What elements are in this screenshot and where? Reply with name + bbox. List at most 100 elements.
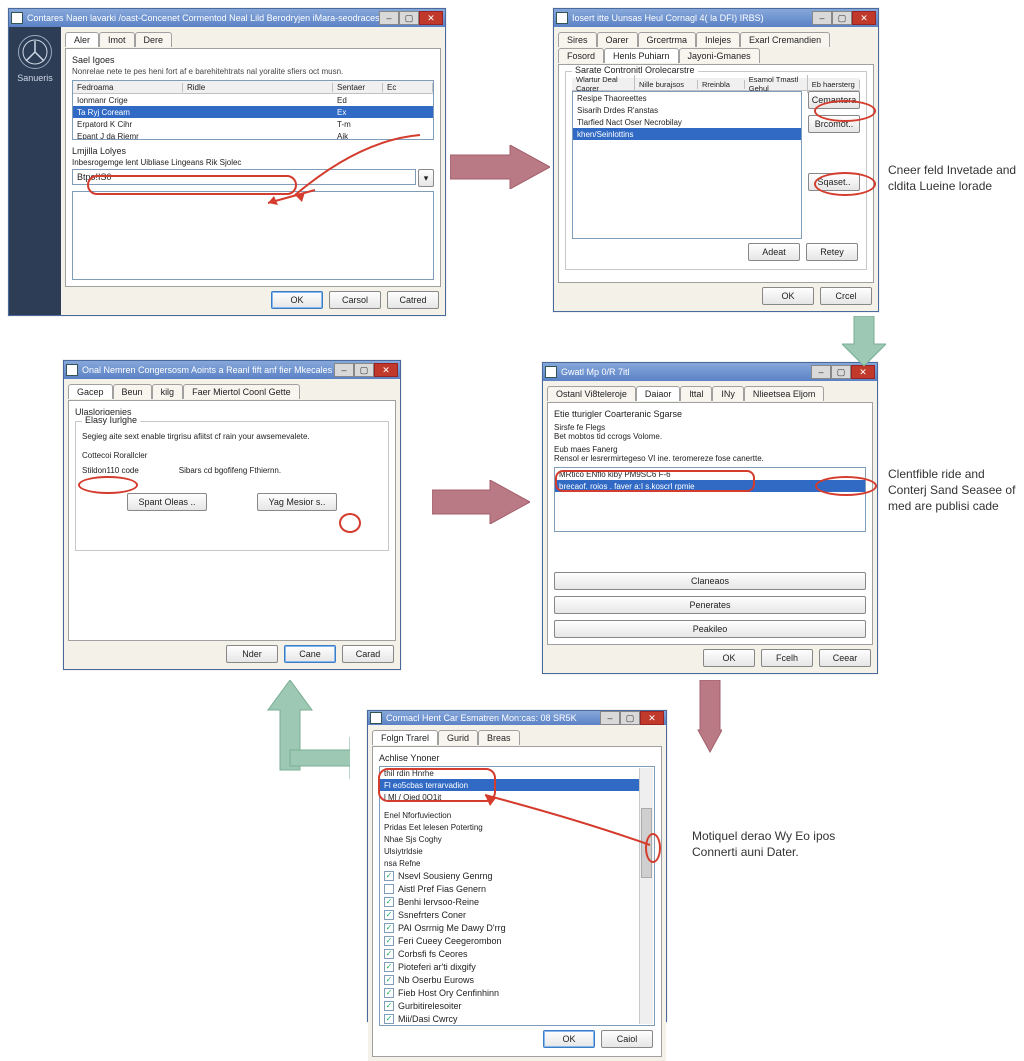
close-button[interactable]: ✕: [374, 363, 398, 377]
tab-imot[interactable]: Imot: [99, 32, 135, 47]
maximize-button[interactable]: ▢: [354, 363, 374, 377]
tab[interactable]: Gurid: [438, 730, 478, 745]
group-label: Elasy Iurlghe: [82, 415, 140, 425]
table-row-selected[interactable]: Ta Ryj CoreamEx: [73, 106, 433, 118]
cancel-button[interactable]: Ceear: [819, 649, 871, 667]
ok-button[interactable]: OK: [762, 287, 814, 305]
b2-button[interactable]: Fcelh: [761, 649, 813, 667]
ok-button[interactable]: OK: [543, 1030, 595, 1048]
ok-button[interactable]: OK: [271, 291, 323, 309]
section-heading: Etie tturigler Coarteranic Sgarse: [554, 409, 866, 419]
side-button-2[interactable]: Brcomot..: [808, 115, 860, 133]
side-button-3[interactable]: Peakileo: [554, 620, 866, 638]
side-button-1[interactable]: Claneaos: [554, 572, 866, 590]
app-icon: [556, 12, 568, 24]
cancel-button[interactable]: Crcel: [820, 287, 872, 305]
description-textarea[interactable]: [72, 191, 434, 280]
tab[interactable]: Fosord: [558, 48, 604, 63]
checkbox-icon[interactable]: ✓: [384, 975, 394, 985]
window-title: Cormacl Hent Car Esmatren Mon:cas: 08 SR…: [386, 713, 600, 723]
list-item-selected[interactable]: Fl eo5cbas terrarvadion: [380, 779, 639, 791]
minimize-button[interactable]: –: [334, 363, 354, 377]
tab[interactable]: Gacep: [68, 384, 113, 399]
checkbox-icon[interactable]: ✓: [384, 897, 394, 907]
window-title: Contares Naen lavarki /oast-Concenet Cor…: [27, 13, 379, 23]
side-button-3[interactable]: Sqaset..: [808, 173, 860, 191]
tab[interactable]: Sires: [558, 32, 597, 47]
list-box[interactable]: Fedroama Ridle Sentaer Ec Ionmanr CrigeE…: [72, 80, 434, 140]
list-item-selected[interactable]: brecaof. roios . faver a:I s.koscrl rpmi…: [555, 480, 865, 492]
back-button[interactable]: Nder: [226, 645, 278, 663]
minimize-button[interactable]: –: [812, 11, 832, 25]
close-button[interactable]: ✕: [419, 11, 443, 25]
check-item: ✓Corbsfi fs Ceores: [380, 947, 639, 960]
checkbox-icon[interactable]: ✓: [384, 949, 394, 959]
minimize-button[interactable]: –: [811, 365, 831, 379]
cancel-button[interactable]: Carad: [342, 645, 394, 663]
check-item: ✓Fieb Host Ory Cenfinhinn: [380, 986, 639, 999]
maximize-button[interactable]: ▢: [399, 11, 419, 25]
apply-button[interactable]: Catred: [387, 291, 439, 309]
scrollbar[interactable]: [639, 768, 653, 1024]
list-item: Resipe Thaoreettes: [573, 92, 801, 104]
tab-dere[interactable]: Dere: [135, 32, 173, 47]
close-button[interactable]: ✕: [852, 11, 876, 25]
tab[interactable]: Faer Miertol Coonl Gette: [183, 384, 300, 399]
ok-button[interactable]: OK: [703, 649, 755, 667]
check-item: Aistl Pref Fias Genern: [380, 882, 639, 895]
tab[interactable]: Oarer: [597, 32, 638, 47]
titlebar: Onal Nemren Congersosm Aoints a Reanl fi…: [64, 361, 400, 379]
check-item: ✓Gurbitirelesoiter: [380, 999, 639, 1012]
tab[interactable]: Folgn Trarel: [372, 730, 438, 745]
tab[interactable]: Exarl Cremandien: [740, 32, 830, 47]
tab-active[interactable]: Henls Puhiarn: [604, 48, 679, 63]
code-input[interactable]: Btpo!IS0: [72, 169, 416, 185]
tab[interactable]: lttal: [680, 386, 712, 401]
maximize-button[interactable]: ▢: [620, 711, 640, 725]
cancel-button[interactable]: Caiol: [601, 1030, 653, 1048]
tab[interactable]: Beun: [113, 384, 152, 399]
tab[interactable]: INy: [712, 386, 744, 401]
checkbox-icon[interactable]: ✓: [384, 962, 394, 972]
maximize-button[interactable]: ▢: [832, 11, 852, 25]
brand-logo-icon: [18, 35, 52, 69]
check-item: ✓Pioteferi ar'ti dixgify: [380, 960, 639, 973]
close-button[interactable]: ✕: [640, 711, 664, 725]
checkbox-icon[interactable]: ✓: [384, 1001, 394, 1011]
tab[interactable]: Ostanl Vi8teleroje: [547, 386, 636, 401]
titlebar: Cormacl Hent Car Esmatren Mon:cas: 08 SR…: [368, 711, 666, 725]
next-button[interactable]: Cane: [284, 645, 336, 663]
checkbox-icon[interactable]: ✓: [384, 988, 394, 998]
close-button[interactable]: ✕: [851, 365, 875, 379]
checkbox-icon[interactable]: ✓: [384, 936, 394, 946]
minimize-button[interactable]: –: [600, 711, 620, 725]
tab[interactable]: Inlejes: [696, 32, 740, 47]
tab[interactable]: kilg: [152, 384, 184, 399]
side-button-1[interactable]: Cemantera: [808, 91, 860, 109]
minimize-button[interactable]: –: [379, 11, 399, 25]
action-button-1[interactable]: Spant Oleas ..: [127, 493, 207, 511]
checkbox-icon[interactable]: [384, 884, 394, 894]
tab[interactable]: Nlieetsea Eljom: [744, 386, 825, 401]
cancel-button[interactable]: Carsol: [329, 291, 381, 309]
checkbox-icon[interactable]: ✓: [384, 910, 394, 920]
tab[interactable]: Daiaor: [636, 386, 681, 401]
add-button[interactable]: Adeat: [748, 243, 800, 261]
dropdown-button[interactable]: ▾: [418, 169, 434, 187]
tab[interactable]: Grcertrma: [638, 32, 697, 47]
maximize-button[interactable]: ▢: [831, 365, 851, 379]
list-item: l Ml / Oied 0O1it: [380, 791, 639, 803]
checkbox-icon[interactable]: ✓: [384, 871, 394, 881]
subgroup-label: Cottecoi Rorallcler: [82, 451, 382, 460]
tab[interactable]: Jayoni-Gmanes: [679, 48, 760, 63]
list-item-selected[interactable]: khen/Seinlottins: [573, 128, 801, 140]
scroll-thumb[interactable]: [641, 808, 652, 878]
flow-arrow-down-1: [842, 316, 886, 366]
tab-aler[interactable]: Aler: [65, 32, 99, 47]
checkbox-icon[interactable]: ✓: [384, 923, 394, 933]
checkbox-icon[interactable]: ✓: [384, 1014, 394, 1024]
retry-button[interactable]: Retey: [806, 243, 858, 261]
action-button-2[interactable]: Yag Mesior s..: [257, 493, 337, 511]
tab[interactable]: Breas: [478, 730, 520, 745]
side-button-2[interactable]: Penerates: [554, 596, 866, 614]
